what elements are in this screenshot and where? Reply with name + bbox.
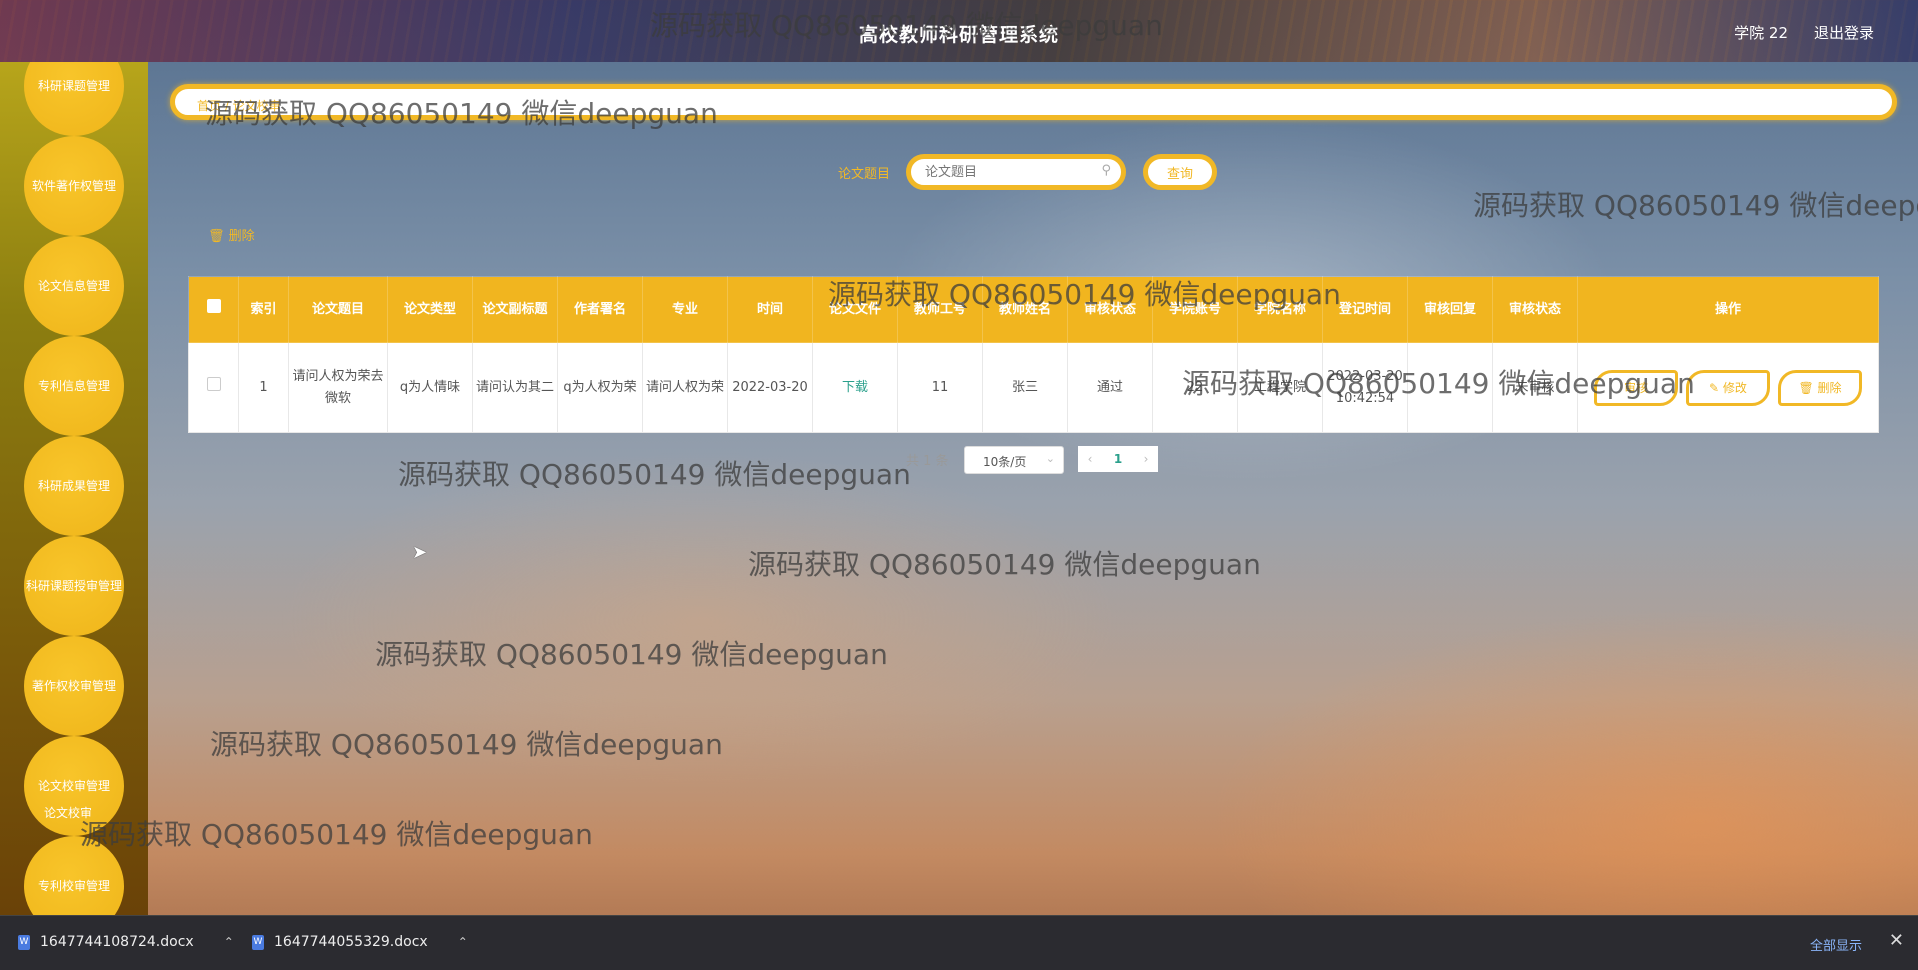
cell-register-time: 2022-03-20 10:42:54 [1322, 342, 1408, 433]
watermark: 源码获取 QQ86050149 微信deepguan [748, 548, 1261, 581]
select-all-cell [188, 276, 239, 343]
edit-icon: ✎ [1709, 380, 1723, 395]
batch-delete-button[interactable]: 🗑 删除 [208, 225, 255, 244]
cell-college-account: 22 [1152, 342, 1238, 433]
header-audit-status: 审核状态 [1067, 276, 1153, 343]
sidebar-item-patent-review[interactable]: 专利校审管理 [24, 836, 124, 915]
watermark: 源码获取 QQ86050149 微信deepguan [398, 458, 911, 491]
sidebar-item-patent-info[interactable]: 专利信息管理 [24, 336, 124, 436]
edit-button[interactable]: ✎ 修改 [1686, 369, 1770, 406]
sidebar-item-software-copyright[interactable]: 软件著作权管理 [24, 136, 124, 236]
header-file: 论文文件 [812, 276, 898, 343]
cell-audit-reply [1407, 342, 1493, 433]
batch-delete-label: 删除 [228, 229, 255, 244]
cell-author: q为人权为荣 [557, 342, 643, 433]
docx-file-icon: W [18, 934, 30, 950]
delete-label: 删除 [1817, 380, 1842, 395]
sidebar-item-research-results[interactable]: 科研成果管理 [24, 436, 124, 536]
download-link[interactable]: 下载 [842, 380, 868, 395]
header-time: 时间 [727, 276, 813, 343]
trash-icon: 🗑 [1798, 380, 1818, 395]
cell-time: 2022-03-20 [727, 342, 813, 433]
cell-type: q为人情味 [387, 342, 473, 433]
header-author: 作者署名 [557, 276, 643, 343]
search-input[interactable] [925, 159, 1095, 185]
chevron-down-icon: ⌄ [1045, 452, 1055, 465]
cell-teacher-id: 11 [897, 342, 983, 433]
search-label: 论文题目 [838, 167, 891, 182]
breadcrumb-text[interactable]: 首页 / 论文校审 [197, 97, 281, 114]
prev-page-button[interactable]: ‹ [1078, 446, 1102, 472]
mouse-cursor-icon: ➤ [412, 542, 428, 563]
top-header: 高校教师科研管理系统 学院 22 退出登录 [0, 0, 1918, 62]
pagination-total: 共 1 条 [906, 454, 949, 469]
page-number-current[interactable]: 1 [1102, 446, 1134, 472]
header-college-name: 学院名称 [1237, 276, 1323, 343]
header-register-time: 登记时间 [1322, 276, 1408, 343]
watermark: 源码获取 QQ86050149 微信deepguan [375, 638, 888, 671]
current-user: 学院 22 [1734, 24, 1788, 42]
cell-audit-status: 通过 [1067, 342, 1153, 433]
breadcrumb: 首页 / 论文校审 [170, 84, 1897, 120]
download-filename: 1647744108724.docx [40, 934, 194, 950]
select-all-checkbox[interactable] [206, 299, 221, 313]
sidebar-item-topic-review[interactable]: 科研课题授审管理 [24, 536, 124, 636]
cell-index: 1 [238, 342, 289, 433]
sidebar-subitem-paper-review[interactable]: 论文校审 [44, 804, 92, 821]
chevron-up-icon[interactable]: ⌃ [458, 935, 468, 949]
header-teacher-name: 教师姓名 [982, 276, 1068, 343]
query-button[interactable]: 查询 [1143, 154, 1217, 190]
header-subtitle: 论文副标题 [472, 276, 558, 343]
next-page-button[interactable]: › [1134, 446, 1158, 472]
table-header-row: 索引 论文题目 论文类型 论文副标题 作者署名 专业 时间 论文文件 教师工号 … [188, 276, 1879, 343]
row-checkbox[interactable] [206, 376, 221, 391]
header-type: 论文类型 [387, 276, 473, 343]
header-college-account: 学院账号 [1152, 276, 1238, 343]
watermark: 源码获取 QQ86050149 微信deepguan [1473, 189, 1918, 222]
header-audit-reply: 审核回复 [1407, 276, 1493, 343]
close-icon[interactable]: ✕ [1889, 930, 1904, 951]
delete-button[interactable]: 🗑 删除 [1778, 369, 1862, 406]
sidebar: 科研课题管理 软件著作权管理 论文信息管理 专利信息管理 科研成果管理 科研课题… [0, 62, 148, 915]
table-row: 1 请问人权为荣去微软 q为人情味 请问认为其二 q为人权为荣 请问人权为荣 2… [188, 342, 1879, 433]
cell-major: 请问人权为荣 [642, 342, 728, 433]
cell-subtitle: 请问认为其二 [472, 342, 558, 433]
system-title: 高校教师科研管理系统 [858, 24, 1059, 46]
show-all-downloads-button[interactable]: 全部显示 [1810, 935, 1862, 954]
cell-college-name: 工程学院 [1237, 342, 1323, 433]
row-select-cell [188, 342, 239, 433]
watermark: 源码获取 QQ86050149 微信deepguan [210, 728, 723, 761]
cell-actions: 审核 ✎ 修改 🗑 删除 [1577, 342, 1879, 433]
cell-file: 下载 [812, 342, 898, 433]
download-filename: 1647744055329.docx [274, 934, 428, 950]
sidebar-item-paper-info[interactable]: 论文信息管理 [24, 236, 124, 336]
logout-link[interactable]: 退出登录 [1814, 22, 1874, 43]
header-index: 索引 [238, 276, 289, 343]
download-item[interactable]: W 1647744055329.docx ⌃ [252, 934, 468, 950]
header-actions: 操作 [1577, 276, 1879, 343]
cell-teacher-name: 张三 [982, 342, 1068, 433]
download-item[interactable]: W 1647744108724.docx ⌃ [18, 934, 234, 950]
header-teacher-id: 教师工号 [897, 276, 983, 343]
paper-review-table: 索引 论文题目 论文类型 论文副标题 作者署名 专业 时间 论文文件 教师工号 … [188, 276, 1879, 433]
cell-audit-status-2: 未审核 [1492, 342, 1578, 433]
header-major: 专业 [642, 276, 728, 343]
page-size-value: 10条/页 [983, 455, 1027, 469]
sidebar-item-paper-review[interactable]: 论文校审管理 [24, 736, 124, 836]
audit-button[interactable]: 审核 [1594, 369, 1678, 406]
sidebar-item-copyright-review[interactable]: 著作权校审管理 [24, 636, 124, 736]
cell-title: 请问人权为荣去微软 [288, 342, 388, 433]
docx-file-icon: W [252, 934, 264, 950]
download-bar: W 1647744108724.docx ⌃ W 1647744055329.d… [0, 915, 1918, 970]
trash-icon: 🗑 [208, 229, 225, 244]
header-title: 论文题目 [288, 276, 388, 343]
search-icon: ⚲ [1101, 163, 1111, 178]
watermark: 源码获取 QQ86050149 微信deepguan [80, 818, 593, 851]
edit-label: 修改 [1722, 380, 1747, 395]
sidebar-item-research-topics[interactable]: 科研课题管理 [24, 62, 124, 136]
search-box: ⚲ [906, 154, 1126, 190]
page-size-select[interactable]: 10条/页 ⌄ [964, 446, 1064, 474]
header-audit-status-2: 审核状态 [1492, 276, 1578, 343]
chevron-up-icon[interactable]: ⌃ [224, 935, 234, 949]
